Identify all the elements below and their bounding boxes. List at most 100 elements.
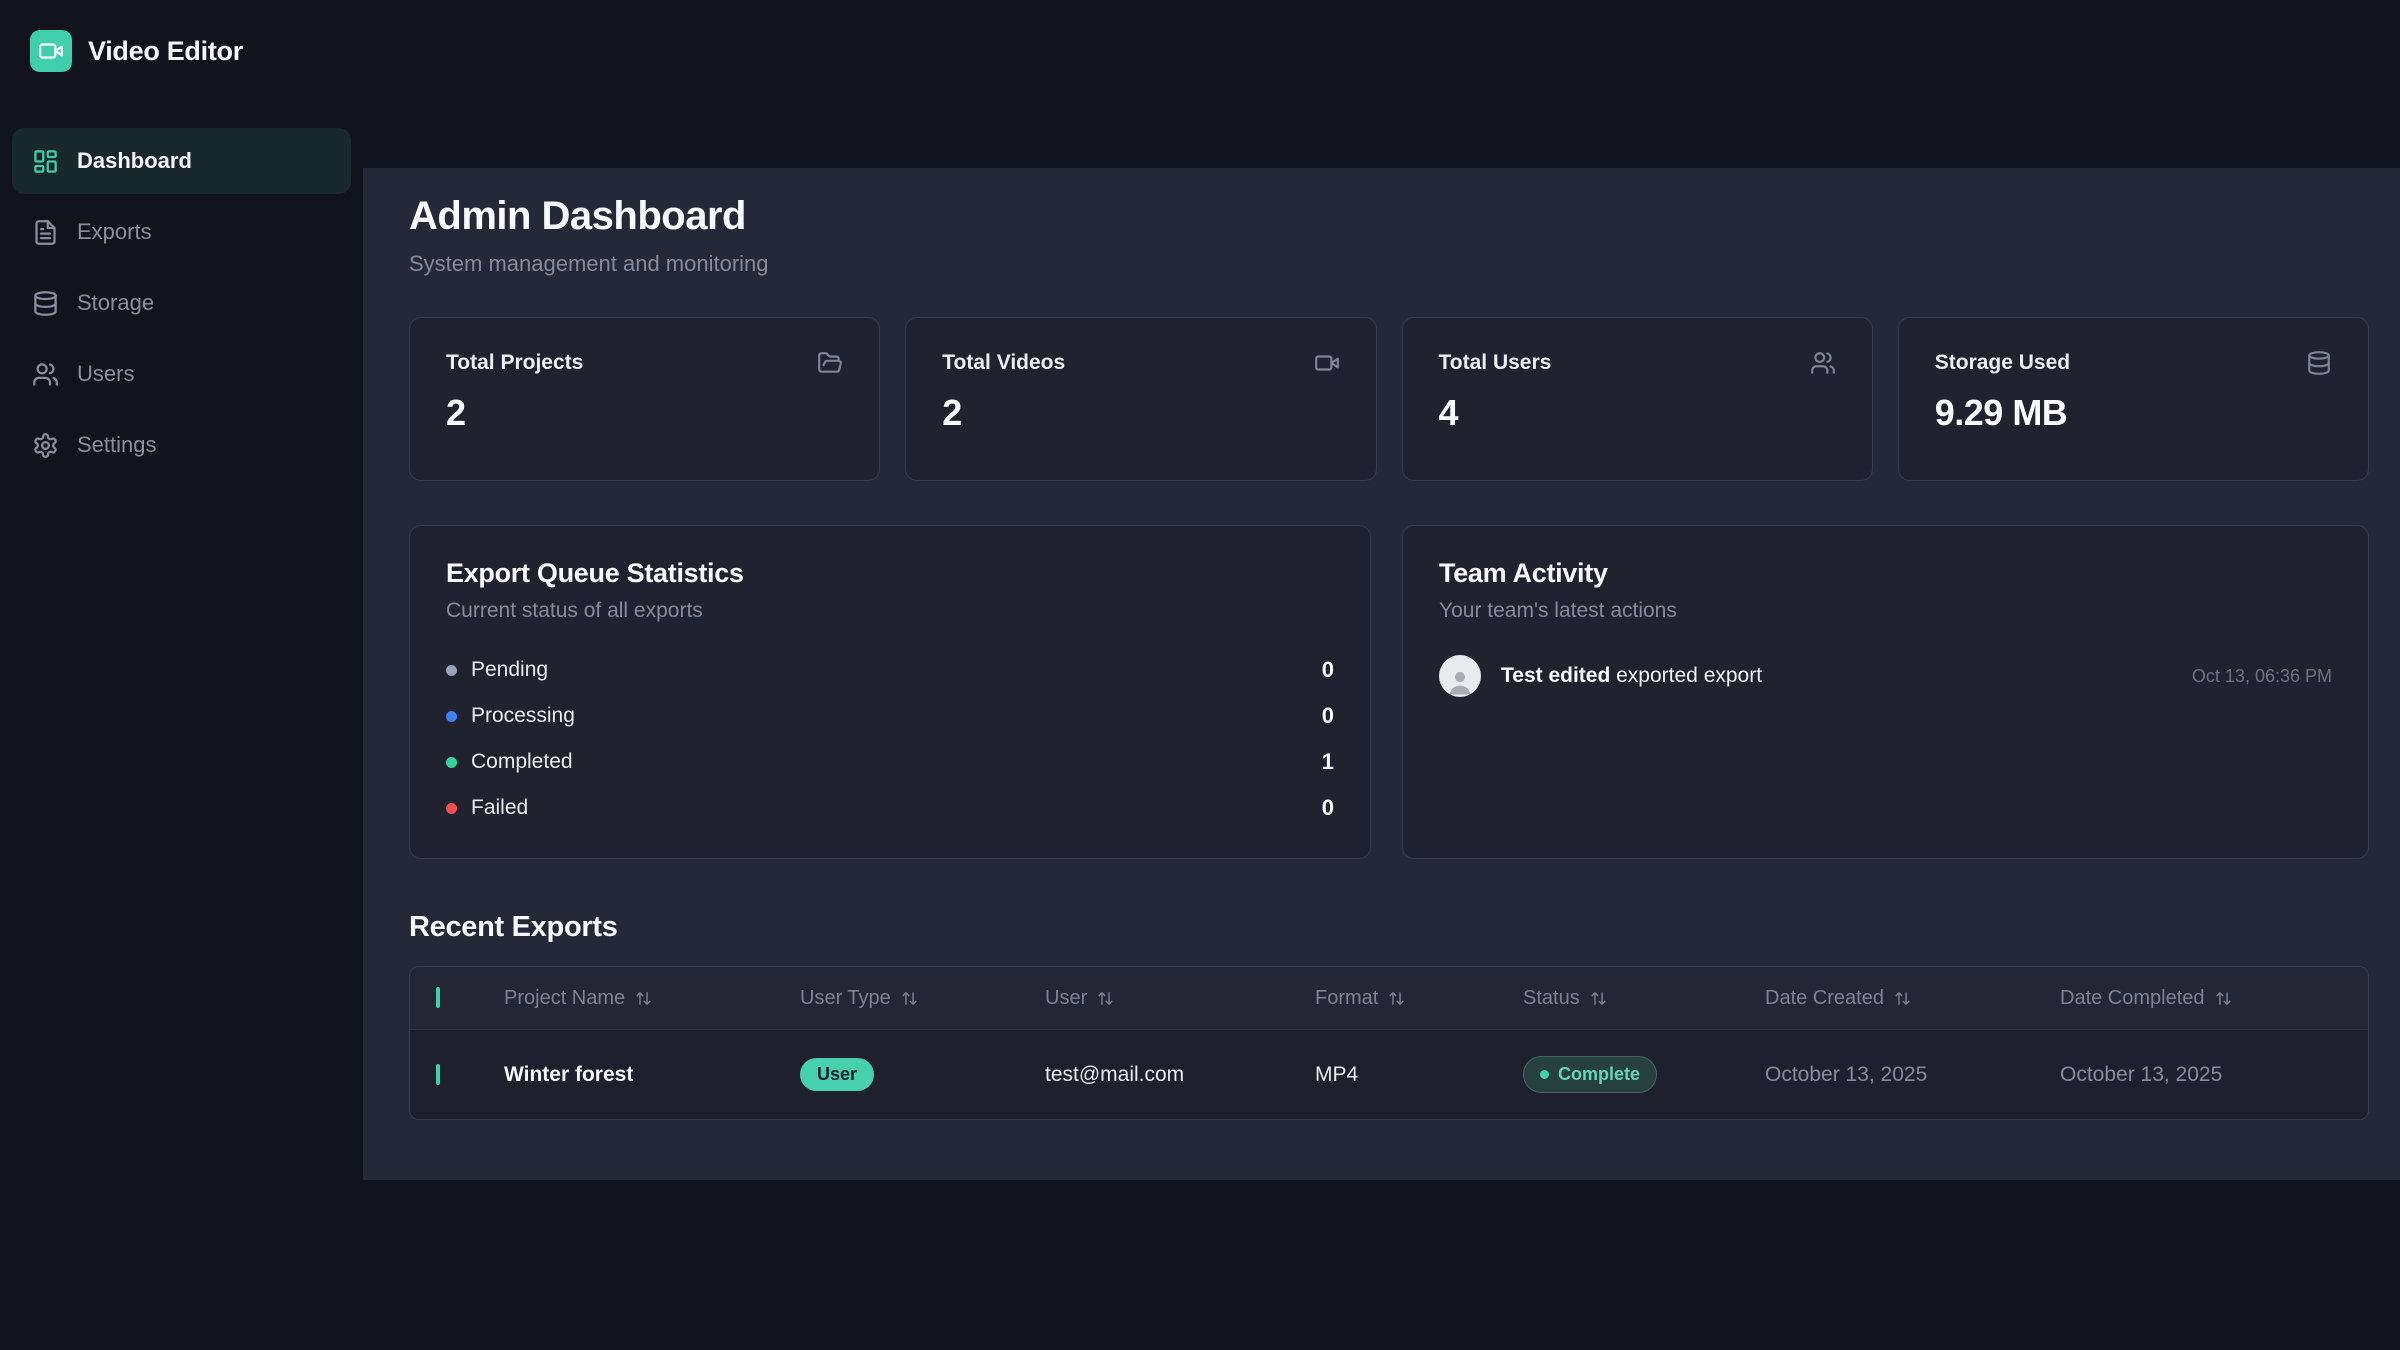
sidebar-nav: Dashboard Exports Storage Users xyxy=(12,128,351,478)
table-row[interactable]: Winter forest User test@mail.com MP4 Com… xyxy=(410,1029,2368,1119)
queue-label: Processing xyxy=(471,704,575,728)
card-title: Team Activity xyxy=(1439,558,2332,589)
sidebar-item-exports[interactable]: Exports xyxy=(12,199,351,265)
users-icon xyxy=(1810,350,1836,376)
sidebar: Video Editor Dashboard Exports Storage xyxy=(0,0,363,1350)
column-header-user-type[interactable]: User Type xyxy=(800,987,1045,1010)
card-subtitle: Your team's latest actions xyxy=(1439,599,2332,623)
cell-format: MP4 xyxy=(1315,1063,1523,1087)
page-subtitle: System management and monitoring xyxy=(409,251,2369,277)
video-icon xyxy=(38,38,64,64)
card-subtitle: Current status of all exports xyxy=(446,599,1334,623)
cell-date-completed: October 13, 2025 xyxy=(2060,1063,2368,1087)
card-title: Export Queue Statistics xyxy=(446,558,1334,589)
sidebar-item-settings[interactable]: Settings xyxy=(12,412,351,478)
column-header-user[interactable]: User xyxy=(1045,987,1315,1010)
queue-row-failed: Failed 0 xyxy=(446,785,1334,831)
queue-row-completed: Completed 1 xyxy=(446,739,1334,785)
video-editor-logo-icon xyxy=(30,30,72,72)
person-icon xyxy=(1445,667,1475,697)
queue-row-pending: Pending 0 xyxy=(446,647,1334,693)
recent-exports-table: Project Name User Type User Format Statu… xyxy=(409,966,2369,1120)
cell-date-created: October 13, 2025 xyxy=(1765,1063,2060,1087)
sidebar-item-dashboard[interactable]: Dashboard xyxy=(12,128,351,194)
users-icon xyxy=(32,361,59,388)
stat-label: Total Projects xyxy=(446,351,583,375)
activity-text: Test edited exported export xyxy=(1501,664,1762,688)
avatar xyxy=(1439,655,1481,697)
export-queue-card: Export Queue Statistics Current status o… xyxy=(409,525,1371,859)
sort-icon xyxy=(1097,990,1114,1007)
column-header-status[interactable]: Status xyxy=(1523,987,1765,1010)
sort-icon xyxy=(1590,990,1607,1007)
queue-row-processing: Processing 0 xyxy=(446,693,1334,739)
column-label: Status xyxy=(1523,987,1580,1010)
sidebar-item-label: Dashboard xyxy=(77,148,192,174)
team-activity-card: Team Activity Your team's latest actions… xyxy=(1402,525,2369,859)
queue-label: Completed xyxy=(471,750,573,774)
queue-value: 0 xyxy=(1322,703,1334,729)
user-type-badge: User xyxy=(800,1058,874,1091)
stat-card-total-projects: Total Projects 2 xyxy=(409,317,880,481)
sidebar-item-users[interactable]: Users xyxy=(12,341,351,407)
stat-value: 4 xyxy=(1439,392,1836,434)
row-checkbox[interactable] xyxy=(436,1064,440,1085)
database-icon xyxy=(2306,350,2332,376)
stat-value: 2 xyxy=(942,392,1339,434)
column-header-date-created[interactable]: Date Created xyxy=(1765,987,2060,1010)
sidebar-item-label: Users xyxy=(77,361,134,387)
sort-icon xyxy=(1894,990,1911,1007)
sidebar-item-storage[interactable]: Storage xyxy=(12,270,351,336)
column-header-date-completed[interactable]: Date Completed xyxy=(2060,987,2368,1010)
sidebar-item-label: Storage xyxy=(77,290,154,316)
failed-status-dot xyxy=(446,803,457,814)
stat-value: 9.29 MB xyxy=(1935,392,2332,434)
sort-icon xyxy=(635,990,652,1007)
stat-card-storage-used: Storage Used 9.29 MB xyxy=(1898,317,2369,481)
completed-status-dot xyxy=(446,757,457,768)
status-badge: Complete xyxy=(1523,1056,1657,1093)
column-label: Date Completed xyxy=(2060,987,2205,1010)
activity-actor: Test edited xyxy=(1501,664,1610,687)
column-label: Date Created xyxy=(1765,987,1884,1010)
main-content: Admin Dashboard System management and mo… xyxy=(363,168,2400,1180)
middle-cards-row: Export Queue Statistics Current status o… xyxy=(409,525,2369,859)
queue-value: 0 xyxy=(1322,657,1334,683)
column-label: User xyxy=(1045,987,1087,1010)
cell-project-name: Winter forest xyxy=(504,1063,800,1087)
select-all-checkbox[interactable] xyxy=(436,987,440,1008)
stat-value: 2 xyxy=(446,392,843,434)
stat-label: Total Users xyxy=(1439,351,1552,375)
stat-label: Total Videos xyxy=(942,351,1065,375)
status-label: Complete xyxy=(1558,1064,1640,1085)
video-icon xyxy=(1314,350,1340,376)
queue-label: Failed xyxy=(471,796,528,820)
queue-label: Pending xyxy=(471,658,548,682)
stat-card-total-videos: Total Videos 2 xyxy=(905,317,1376,481)
status-dot xyxy=(1540,1070,1549,1079)
table-header-row: Project Name User Type User Format Statu… xyxy=(410,967,2368,1029)
pending-status-dot xyxy=(446,665,457,676)
app-logo: Video Editor xyxy=(12,30,351,72)
queue-list: Pending 0 Processing 0 Completed 1 xyxy=(446,647,1334,831)
column-header-format[interactable]: Format xyxy=(1315,987,1523,1010)
column-header-project-name[interactable]: Project Name xyxy=(504,987,800,1010)
column-label: User Type xyxy=(800,987,891,1010)
sidebar-item-label: Settings xyxy=(77,432,157,458)
queue-value: 1 xyxy=(1322,749,1334,775)
cell-user-email: test@mail.com xyxy=(1045,1063,1315,1087)
database-icon xyxy=(32,290,59,317)
folder-open-icon xyxy=(817,350,843,376)
column-label: Format xyxy=(1315,987,1378,1010)
stat-cards-row: Total Projects 2 Total Videos 2 xyxy=(409,317,2369,481)
sort-icon xyxy=(2215,990,2232,1007)
admin-dashboard-page: Video Editor Dashboard Exports Storage xyxy=(0,0,2400,1350)
sort-icon xyxy=(1388,990,1405,1007)
queue-value: 0 xyxy=(1322,795,1334,821)
activity-action: exported export xyxy=(1610,664,1762,687)
layout-dashboard-icon xyxy=(32,148,59,175)
gear-icon xyxy=(32,432,59,459)
sidebar-item-label: Exports xyxy=(77,219,152,245)
stat-label: Storage Used xyxy=(1935,351,2070,375)
stat-card-total-users: Total Users 4 xyxy=(1402,317,1873,481)
